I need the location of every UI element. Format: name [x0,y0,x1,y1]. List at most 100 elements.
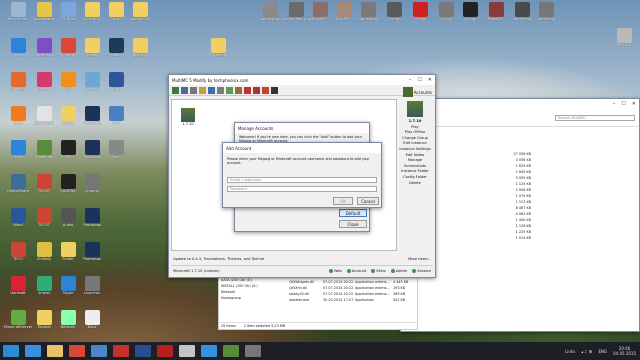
desktop-icon-image [60,174,76,189]
desktop-icon[interactable]: Docs [78,310,106,336]
toolbar-button[interactable] [199,86,206,94]
toolbar-button[interactable] [253,86,260,94]
nav-item[interactable]: Homegroup [221,295,287,301]
desktop-icon[interactable]: MinecraftServer [4,310,32,336]
language-indicator[interactable]: ENG [598,349,607,354]
desktop-icon[interactable]: google_co [126,2,154,28]
tray-icons[interactable]: ▴ ♪ ⌘ [581,349,592,354]
status-tab[interactable]: Admin [390,268,407,273]
desktop-icon-image [210,38,226,53]
close-icon[interactable]: ✕ [428,77,432,83]
desktop-icon[interactable]: TECO [4,242,32,268]
desktop-icon[interactable]: chrome [78,174,106,200]
sidebar-item[interactable]: Instance Settings [397,147,433,153]
desktop-icon[interactable]: Word [4,208,32,234]
toolbar-button[interactable] [271,86,278,94]
desktop-icon[interactable]: Recycle Bin [4,2,32,28]
explorer-titlebar[interactable]: – ☐ ✕ [401,99,639,109]
window-controls[interactable]: – ☐ ✕ [409,77,432,83]
taskbar-store-icon[interactable] [91,345,107,357]
status-tab[interactable]: Account [346,268,367,273]
desktop-icon[interactable]: Skype [4,38,32,64]
taskbar-putty-icon[interactable] [179,345,195,357]
file-row[interactable]: updater.exe 30.03.2014 17:07 Application 34… [289,297,415,303]
taskbar-filezilla-icon[interactable] [157,345,173,357]
taskbar-minecraft-icon[interactable] [223,345,239,357]
desktop-icon[interactable]: Avast [4,106,32,132]
accounts-button[interactable]: Accounts [402,87,432,97]
toolbar-button[interactable] [262,86,269,94]
status-tab[interactable]: Session [412,268,431,273]
taskbar-photoshop-icon[interactable] [135,345,151,357]
window-controls[interactable]: – ☐ ✕ [613,101,636,107]
desktop-icon[interactable]: Minecraft [204,38,232,64]
desktop-icon-image [84,208,100,223]
manage-accounts-titlebar[interactable]: Manage Accounts [235,123,369,133]
toolbar-button[interactable] [208,86,215,94]
ok-button[interactable]: OK [333,197,353,205]
more-news-link[interactable]: More news... [408,257,431,261]
desktop-icon[interactable]: Paint [102,106,130,132]
desktop-icon[interactable]: 4.png [456,2,484,28]
minimize-icon[interactable]: – [613,101,616,107]
explorer-window[interactable]: – ☐ ✕ Search MultiMC 27 056 KB 3 058 KB 1 82… [400,98,640,332]
desktop-icon[interactable]: 2.png [406,2,434,28]
toolbar-button[interactable] [235,86,242,94]
toolbar-button[interactable] [226,86,233,94]
desktop-icon[interactable]: Photoshop [78,208,106,234]
toolbar-button[interactable] [181,86,188,94]
desktop-icon-label: mods [87,53,97,57]
clock[interactable]: 20:46 04.05.2015 [613,346,636,356]
desktop-icon[interactable]: 1.png [380,2,408,28]
desktop-icon[interactable]: stone.png [354,2,382,28]
desktop-icon[interactable]: ORE_QUA... [610,28,638,54]
sidebar-item[interactable]: Delete [397,181,433,187]
desktop-icon[interactable]: Audacity [4,72,32,98]
desktop-icon[interactable]: stone.png [532,2,560,28]
desktop-icon-image [10,242,26,257]
desktop-icon[interactable]: stone.png [256,2,284,28]
taskbar-multimc-icon[interactable] [245,345,261,357]
taskbar-explorer-icon[interactable] [47,345,63,357]
password-field[interactable]: Password [227,186,377,192]
toolbar-button[interactable] [172,86,179,94]
add-account-dialog[interactable]: Add Account Please enter your Mojang or … [222,142,382,208]
status-tab[interactable]: Skins [371,268,386,273]
taskbar-skype-icon[interactable] [201,345,217,357]
cancel-button[interactable]: Cancel [357,197,379,205]
instance-tile[interactable]: 1.7.10 [178,108,198,126]
multimc-titlebar[interactable]: MultiMC 5 Modify by techphoenix.com – ☐ ✕ [169,75,435,85]
maximize-icon[interactable]: ☐ [621,101,625,107]
desktop-icon[interactable]: Launcher [78,276,106,302]
links-toolbar[interactable]: Links [565,349,575,354]
desktop-icon[interactable]: textures [126,38,154,64]
desktop-icon[interactable]: Photoshop [78,242,106,268]
toolbar-button[interactable] [244,86,251,94]
taskbar-start-icon[interactable] [3,345,19,357]
minimize-icon[interactable]: – [409,77,412,83]
status-tab-label: Account [351,268,367,273]
desktop-icon-image [84,106,100,121]
news-text[interactable]: Update to 0.4.3, Translations, Themes, a… [173,257,264,261]
desktop-icon[interactable]: Tool [102,140,130,166]
search-input[interactable]: Search MultiMC [555,114,635,121]
username-field[interactable]: Email / username [227,177,377,183]
desktop-icon[interactable]: Skype [4,140,32,166]
toolbar-button[interactable] [217,86,224,94]
taskbar-ie-icon[interactable] [25,345,41,357]
toolbar-button[interactable] [190,86,197,94]
default-button[interactable]: Default [339,209,367,217]
desktop-icon[interactable]: OnlineShare [4,174,32,200]
taskbar-opera-icon[interactable] [113,345,129,357]
close-icon[interactable]: ✕ [632,101,636,107]
desktop-icon[interactable]: Hardsoft [4,276,32,302]
sidebar-item[interactable]: Manage Screenshots [397,158,433,169]
status-tab-label: Web [333,268,342,273]
desktop-icon[interactable]: GRANITE... [482,2,510,28]
add-account-titlebar[interactable]: Add Account [223,143,381,153]
desktop-icon[interactable]: Word [102,72,130,98]
maximize-icon[interactable]: ☐ [417,77,421,83]
taskbar-chrome-icon[interactable] [69,345,85,357]
status-tab[interactable]: Web [328,268,342,273]
close-button[interactable]: Close [339,220,367,228]
